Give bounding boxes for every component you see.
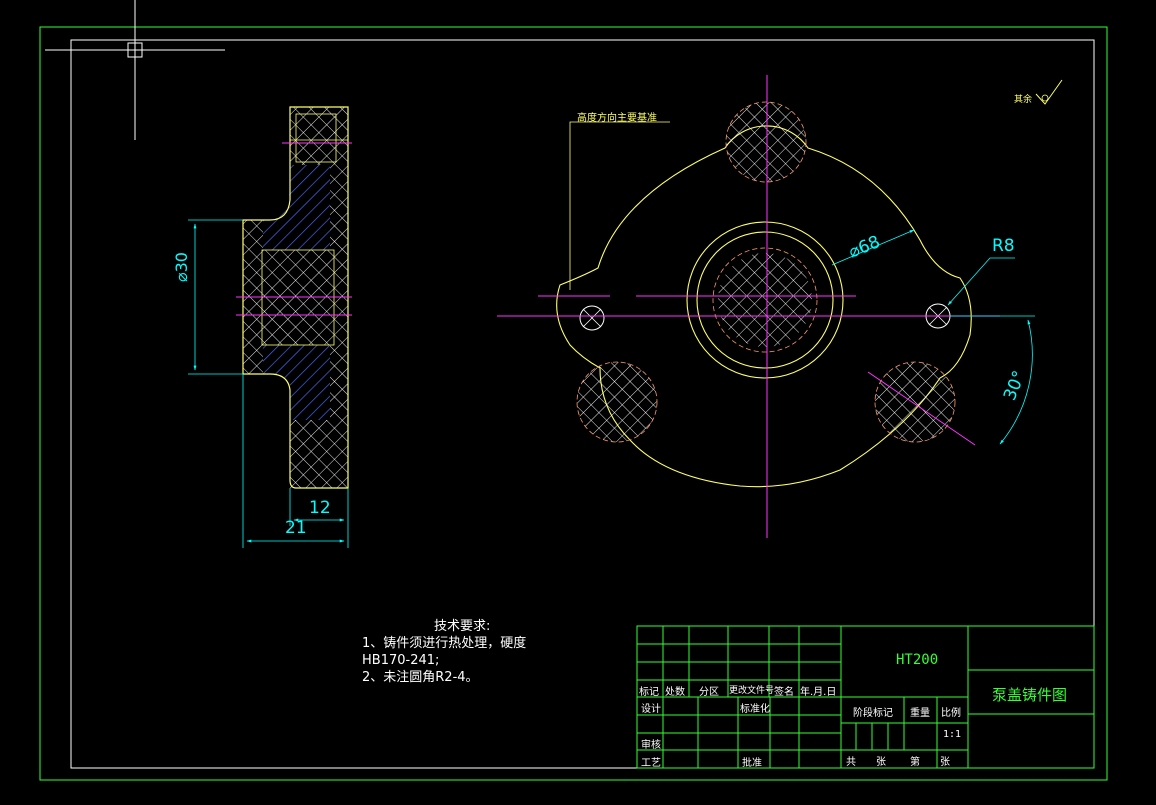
side-section-view [188, 106, 352, 548]
dim-radius-8: R8 [992, 236, 1015, 256]
tb-header-date: 年.月.日 [800, 687, 837, 698]
tb-weight: 重量 [910, 708, 930, 719]
tech-req-title: 技术要求: [434, 619, 491, 634]
tech-req-line3: 2、未注圆角R2-4。 [362, 670, 479, 685]
tb-process: 工艺 [641, 758, 661, 769]
roughness-label: 其余 [1014, 95, 1033, 105]
dim-length-12: 12 [309, 498, 331, 518]
datum-label: 高度方向主要基准 [577, 113, 657, 124]
tb-stage-mark: 阶段标记 [853, 708, 893, 719]
cad-cursor-crosshair [45, 0, 225, 140]
tb-scale-value: 1:1 [943, 729, 962, 740]
tech-req-line1: 1、铸件须进行热处理，硬度 [362, 636, 527, 651]
tb-header-count: 处数 [665, 687, 685, 698]
front-view [497, 75, 1063, 538]
technical-requirements: 技术要求: 1、铸件须进行热处理，硬度 HB170-241; 2、未注圆角R2-… [362, 618, 526, 686]
tb-approve: 批准 [742, 758, 762, 769]
tb-header-change-doc: 更改文件号 [729, 686, 775, 696]
dim-diameter-30: ⌀30 [172, 252, 191, 282]
tb-review: 审核 [641, 740, 661, 751]
tb-header-zone: 分区 [699, 687, 719, 698]
tb-header-signature: 签名 [774, 687, 794, 698]
tb-header-mark: 标记 [639, 687, 659, 698]
tb-scale-label: 比例 [941, 708, 961, 719]
tb-material: HT200 [896, 652, 939, 668]
tb-sheet-no: 第 张 [910, 757, 950, 768]
tb-standardization: 标准化 [740, 704, 770, 715]
tech-req-line2: HB170-241; [362, 653, 440, 668]
tb-drawing-name: 泵盖铸件图 [992, 686, 1068, 704]
dim-length-21: 21 [285, 518, 307, 538]
tb-design: 设计 [641, 704, 661, 715]
tb-total-sheets: 共 张 [846, 757, 886, 768]
